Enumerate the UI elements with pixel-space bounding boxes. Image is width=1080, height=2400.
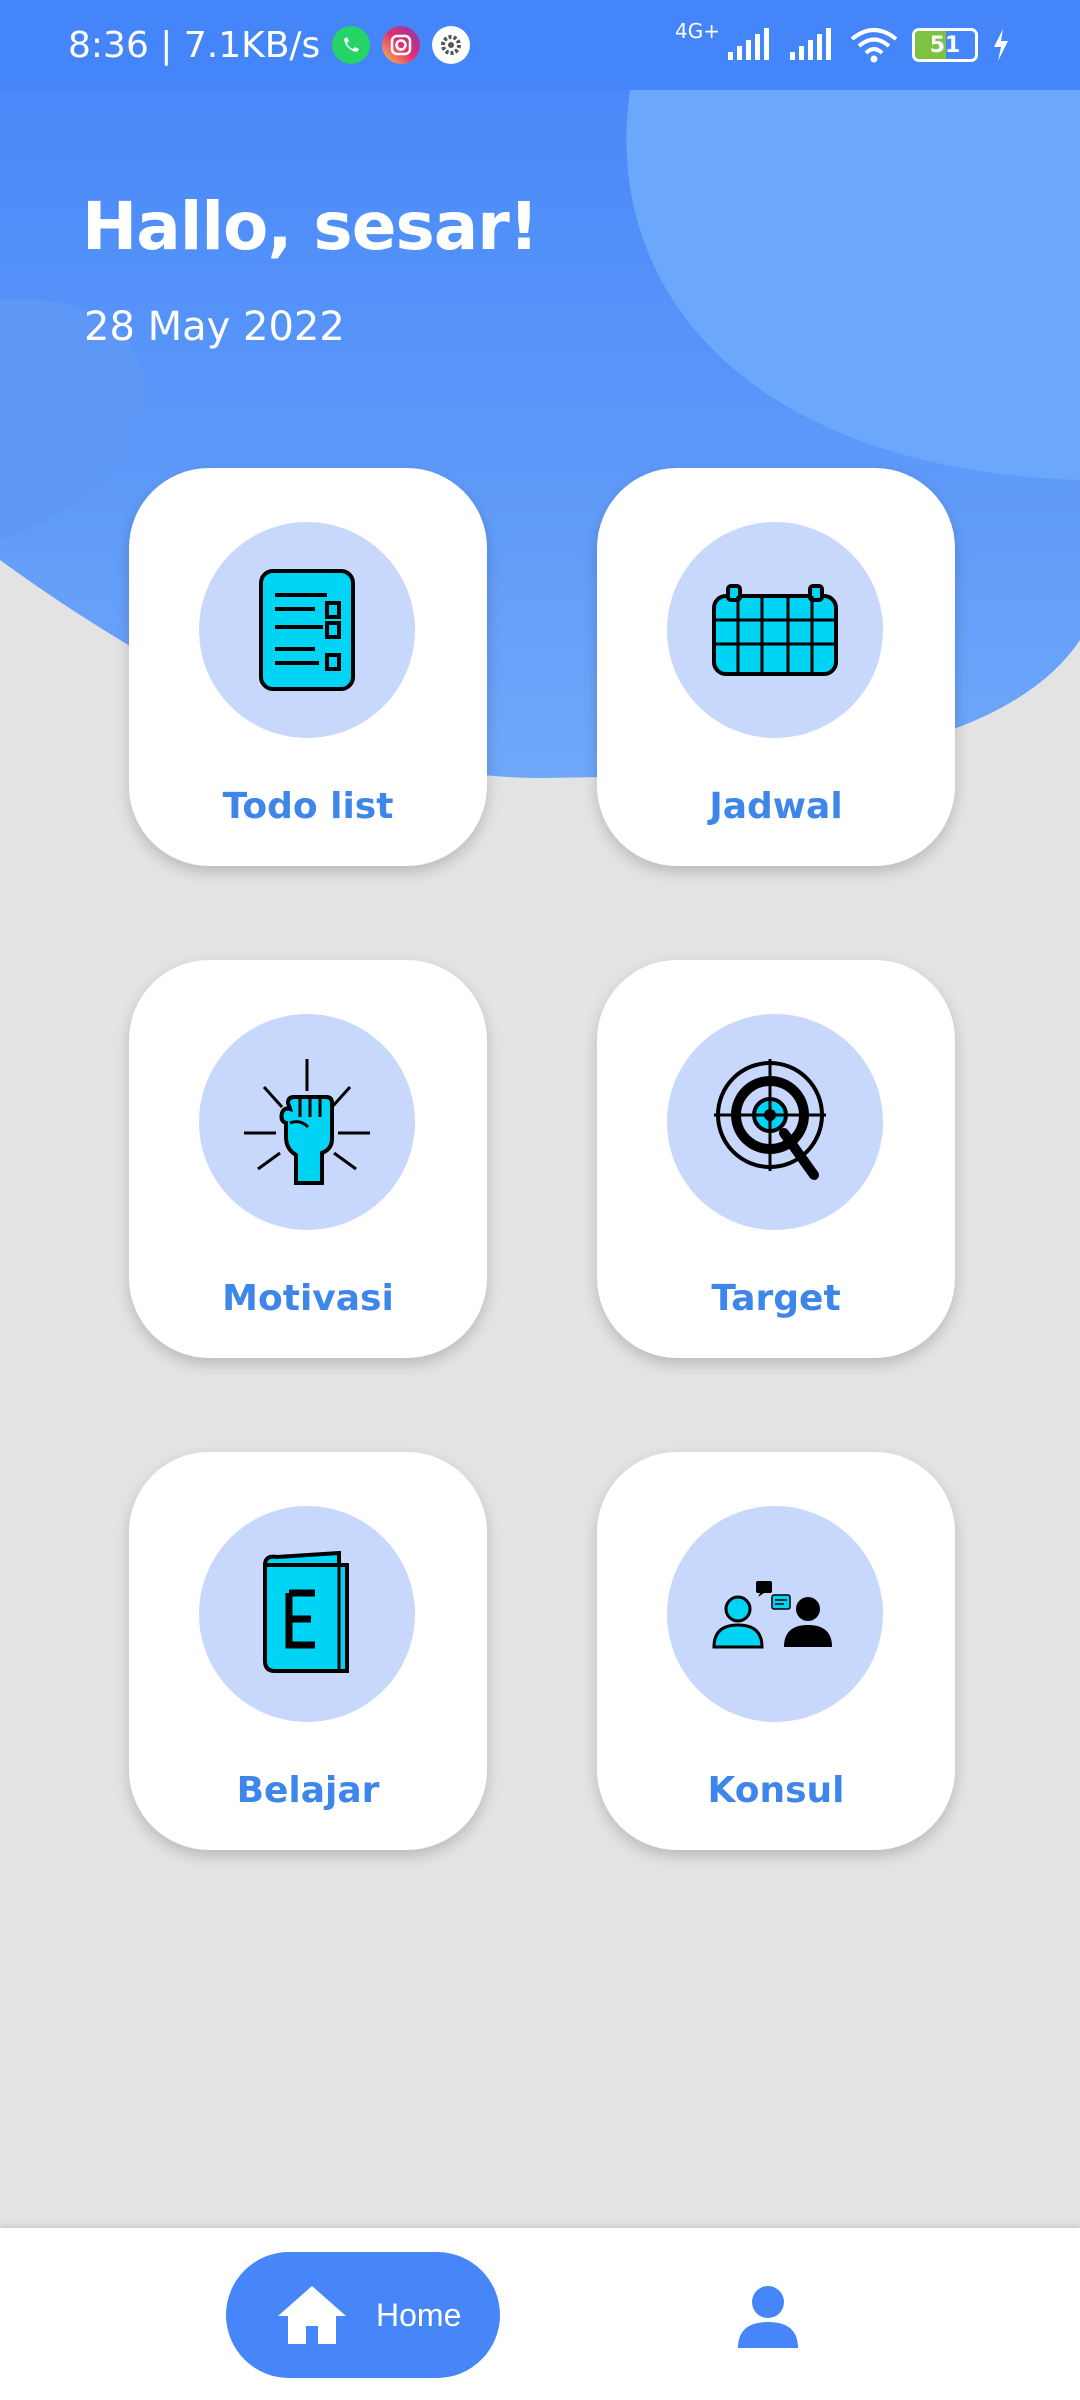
battery-icon: 51 bbox=[912, 28, 978, 62]
menu-card-label: Todo list bbox=[222, 786, 394, 827]
home-icon bbox=[278, 2286, 346, 2344]
menu-card-label: Belajar bbox=[236, 1770, 380, 1811]
instagram-icon bbox=[382, 26, 421, 64]
status-time-speed: 8:36 | 7.1KB/s bbox=[68, 24, 321, 66]
date-label: 28 May 2022 bbox=[84, 304, 345, 350]
menu-card-label: Motivasi bbox=[222, 1278, 394, 1319]
settings-icon bbox=[432, 26, 471, 64]
icon-circle bbox=[199, 1014, 415, 1230]
nav-home-button[interactable]: Home bbox=[226, 2252, 500, 2378]
menu-card-label: Jadwal bbox=[709, 786, 843, 827]
status-bar: 8:36 | 7.1KB/s 4G+ 51 bbox=[0, 0, 1080, 90]
bottom-navigation: Home bbox=[0, 2228, 1080, 2400]
status-left: 8:36 | 7.1KB/s bbox=[68, 0, 471, 90]
icon-circle bbox=[667, 1506, 883, 1722]
calendar-icon bbox=[712, 584, 838, 676]
raised-fist-icon bbox=[244, 1059, 370, 1185]
menu-card-jadwal[interactable]: Jadwal bbox=[597, 468, 955, 866]
icon-circle bbox=[199, 522, 415, 738]
todo-list-icon bbox=[259, 569, 355, 691]
menu-card-todo-list[interactable]: Todo list bbox=[129, 468, 487, 866]
greeting-title: Hallo, sesar! bbox=[82, 188, 539, 265]
icon-circle bbox=[667, 522, 883, 738]
signal-icon bbox=[790, 28, 831, 60]
icon-circle bbox=[199, 1506, 415, 1722]
menu-card-motivasi[interactable]: Motivasi bbox=[129, 960, 487, 1358]
menu-card-target[interactable]: Target bbox=[597, 960, 955, 1358]
nav-home-label: Home bbox=[376, 2296, 462, 2333]
status-right: 4G+ 51 bbox=[675, 0, 1010, 90]
wifi-icon bbox=[850, 28, 898, 63]
menu-card-label: Konsul bbox=[707, 1770, 845, 1811]
charging-icon bbox=[994, 29, 1008, 61]
menu-card-belajar[interactable]: Belajar bbox=[129, 1452, 487, 1850]
profile-icon[interactable] bbox=[736, 2284, 800, 2348]
signal-icon bbox=[728, 28, 769, 60]
consultation-icon bbox=[712, 1581, 832, 1649]
book-icon bbox=[262, 1551, 349, 1673]
menu-card-konsul[interactable]: Konsul bbox=[597, 1452, 955, 1850]
icon-circle bbox=[667, 1014, 883, 1230]
target-search-icon bbox=[714, 1059, 826, 1180]
battery-level: 51 bbox=[929, 32, 961, 58]
network-label: 4G+ bbox=[675, 19, 720, 43]
whatsapp-icon bbox=[332, 26, 371, 64]
menu-card-label: Target bbox=[711, 1278, 841, 1319]
